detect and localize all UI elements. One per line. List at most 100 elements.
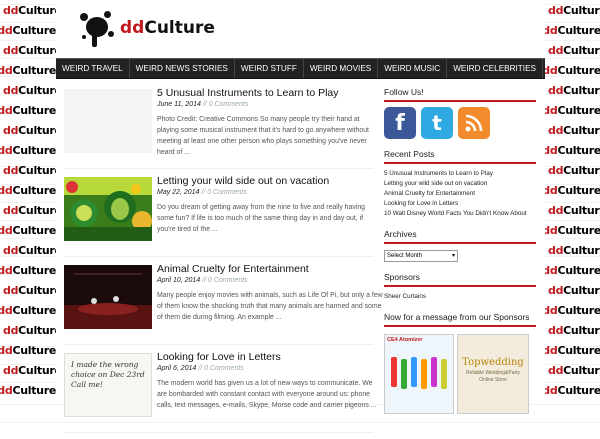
logo-tile-black: Culture bbox=[18, 163, 56, 177]
post-date: May 22, 2014 bbox=[157, 189, 200, 196]
site-logo[interactable]: ddCulture bbox=[78, 8, 215, 48]
logo-tile: ddCulture bbox=[2, 240, 56, 260]
post-meta: June 11, 2014 // 0 Comments bbox=[157, 101, 383, 108]
ad-atomizer[interactable]: CE4 Atomizer bbox=[384, 334, 454, 414]
nav-weird-travel[interactable]: WEIRD TRAVEL bbox=[56, 59, 130, 78]
post-comments-link[interactable]: // 0 Comments bbox=[201, 189, 247, 196]
logo-tile: ddCulture bbox=[2, 80, 56, 100]
logo-tile-red: dd bbox=[3, 203, 19, 217]
post-meta: April 10, 2014 // 0 Comments bbox=[157, 277, 383, 284]
logo-tile-black: Culture bbox=[12, 343, 56, 357]
logo-tile-black: Culture bbox=[12, 103, 56, 117]
logo-tile-red: dd bbox=[548, 3, 564, 17]
recent-post-link[interactable]: Letting your wild side out on vacation bbox=[384, 179, 536, 189]
logo-tile-black: Culture bbox=[18, 323, 56, 337]
logo-tile-red: dd bbox=[3, 83, 19, 97]
post-item: Letting your wild side out on vacation M… bbox=[64, 175, 374, 257]
logo-tile-red: dd bbox=[548, 43, 564, 57]
post-thumbnail-carnival[interactable] bbox=[64, 177, 152, 241]
logo-tile: ddCulture bbox=[545, 100, 600, 120]
background-pattern-right: ddCultureddCultureddCultureddCultureddCu… bbox=[545, 0, 600, 400]
post-body: Letting your wild side out on vacation M… bbox=[157, 175, 383, 235]
logo-tile-red: dd bbox=[0, 183, 13, 197]
logo-tile-black: Culture bbox=[18, 83, 56, 97]
logo-tile-red: dd bbox=[3, 243, 19, 257]
archives-select-value: Select Month bbox=[387, 253, 423, 259]
logo-tile-black: Culture bbox=[563, 3, 600, 17]
logo-tile: ddCulture bbox=[0, 20, 56, 40]
post-meta: April 6, 2014 // 0 Comments bbox=[157, 365, 383, 372]
archives-select[interactable]: Select Month ▾ bbox=[384, 250, 458, 262]
post-title[interactable]: Looking for Love in Letters bbox=[157, 351, 383, 364]
recent-post-link[interactable]: Animal Cruelty for Entertainment bbox=[384, 189, 536, 199]
recent-post-link[interactable]: 5 Unusual Instruments to Learn to Play bbox=[384, 169, 536, 179]
nav-weird-celebrities[interactable]: WEIRD CELEBRITIES bbox=[447, 59, 544, 78]
logo-tile-red: dd bbox=[0, 303, 13, 317]
logo-tile: ddCulture bbox=[545, 60, 600, 80]
logo-tile-black: Culture bbox=[18, 123, 56, 137]
post-title[interactable]: 5 Unusual Instruments to Learn to Play bbox=[157, 87, 383, 100]
logo-tile: ddCulture bbox=[547, 200, 600, 220]
logo-tile-black: Culture bbox=[557, 63, 600, 77]
facebook-icon[interactable]: f bbox=[384, 107, 416, 139]
logo-tile: ddCulture bbox=[547, 240, 600, 260]
nav-weird-stuff[interactable]: WEIRD STUFF bbox=[235, 59, 304, 78]
post-item: 5 Unusual Instruments to Learn to Play J… bbox=[64, 87, 374, 169]
logo-tile-red: dd bbox=[545, 183, 558, 197]
logo-tile-red: dd bbox=[3, 283, 19, 297]
main-nav: WEIRD TRAVEL WEIRD NEWS STORIES WEIRD ST… bbox=[56, 58, 545, 79]
logo-tile-red: dd bbox=[548, 283, 564, 297]
note-text: I made the wrong choice on Dec 23rd Call… bbox=[71, 360, 145, 389]
logo-tile: ddCulture bbox=[547, 160, 600, 180]
logo-tile-red: dd bbox=[3, 3, 19, 17]
logo-tile: ddCulture bbox=[0, 300, 56, 320]
nav-weird-news-stories[interactable]: WEIRD NEWS STORIES bbox=[130, 59, 235, 78]
nav-weird-music[interactable]: WEIRD MUSIC bbox=[378, 59, 448, 78]
logo-text: ddCulture bbox=[120, 18, 215, 38]
logo-tile-red: dd bbox=[548, 123, 564, 137]
logo-tile-black: Culture bbox=[12, 223, 56, 237]
recent-post-link[interactable]: 10 Walt Disney World Facts You Didn't Kn… bbox=[384, 209, 536, 219]
logo-tile-black: Culture bbox=[557, 343, 600, 357]
rss-icon[interactable] bbox=[458, 107, 490, 139]
nav-weird-movies[interactable]: WEIRD MOVIES bbox=[304, 59, 379, 78]
page-container: ddCulture WEIRD TRAVEL WEIRD NEWS STORIE… bbox=[56, 0, 545, 433]
post-title[interactable]: Letting your wild side out on vacation bbox=[157, 175, 383, 188]
sponsor-ads: CE4 Atomizer Topwedding Reliable Wedding… bbox=[384, 334, 536, 414]
ad-topwedding-title: Topwedding bbox=[462, 357, 524, 368]
logo-tile-red: dd bbox=[0, 343, 13, 357]
sponsor-link[interactable]: Sheer Curtains bbox=[384, 293, 536, 300]
post-thumbnail-placeholder[interactable] bbox=[64, 89, 152, 153]
post-title[interactable]: Animal Cruelty for Entertainment bbox=[157, 263, 383, 276]
logo-tile: ddCulture bbox=[0, 100, 56, 120]
logo-tile-red: dd bbox=[545, 223, 558, 237]
background-pattern-left: ddCultureddCultureddCultureddCultureddCu… bbox=[0, 0, 56, 400]
ad-topwedding[interactable]: Topwedding Reliable Wedding&Party Online… bbox=[457, 334, 529, 414]
logo-tile-red: dd bbox=[0, 63, 13, 77]
post-comments-link[interactable]: // 0 Comments bbox=[203, 101, 249, 108]
logo-tile: ddCulture bbox=[545, 380, 600, 400]
logo-tile-red: dd bbox=[548, 243, 564, 257]
logo-tile: ddCulture bbox=[547, 280, 600, 300]
logo-tile-black: Culture bbox=[557, 223, 600, 237]
ad-topwedding-sub: Reliable Wedding&Party Online Store bbox=[465, 370, 521, 383]
logo-tile-red: dd bbox=[3, 123, 19, 137]
post-thumbnail-handwritten-note[interactable]: I made the wrong choice on Dec 23rd Call… bbox=[64, 353, 152, 417]
recent-post-link[interactable]: Looking for Love in Letters bbox=[384, 199, 536, 209]
ink-splat-icon bbox=[78, 9, 118, 47]
post-item: Animal Cruelty for Entertainment April 1… bbox=[64, 263, 383, 345]
post-thumbnail-circus[interactable] bbox=[64, 265, 152, 329]
logo-tile-black: Culture bbox=[12, 383, 56, 397]
logo-tile: ddCulture bbox=[547, 0, 600, 20]
logo-tile: ddCulture bbox=[547, 40, 600, 60]
post-body: 5 Unusual Instruments to Learn to Play J… bbox=[157, 87, 383, 158]
recent-posts-title: Recent Posts bbox=[384, 149, 536, 164]
logo-tile: ddCulture bbox=[0, 340, 56, 360]
social-links: f t bbox=[384, 107, 536, 139]
logo-tile-red: dd bbox=[0, 263, 13, 277]
logo-tile-black: Culture bbox=[557, 383, 600, 397]
twitter-icon[interactable]: t bbox=[421, 107, 453, 139]
post-comments-link[interactable]: // 0 Comments bbox=[198, 365, 244, 372]
post-comments-link[interactable]: // 0 Comments bbox=[202, 277, 248, 284]
logo-tile-black: Culture bbox=[12, 63, 56, 77]
